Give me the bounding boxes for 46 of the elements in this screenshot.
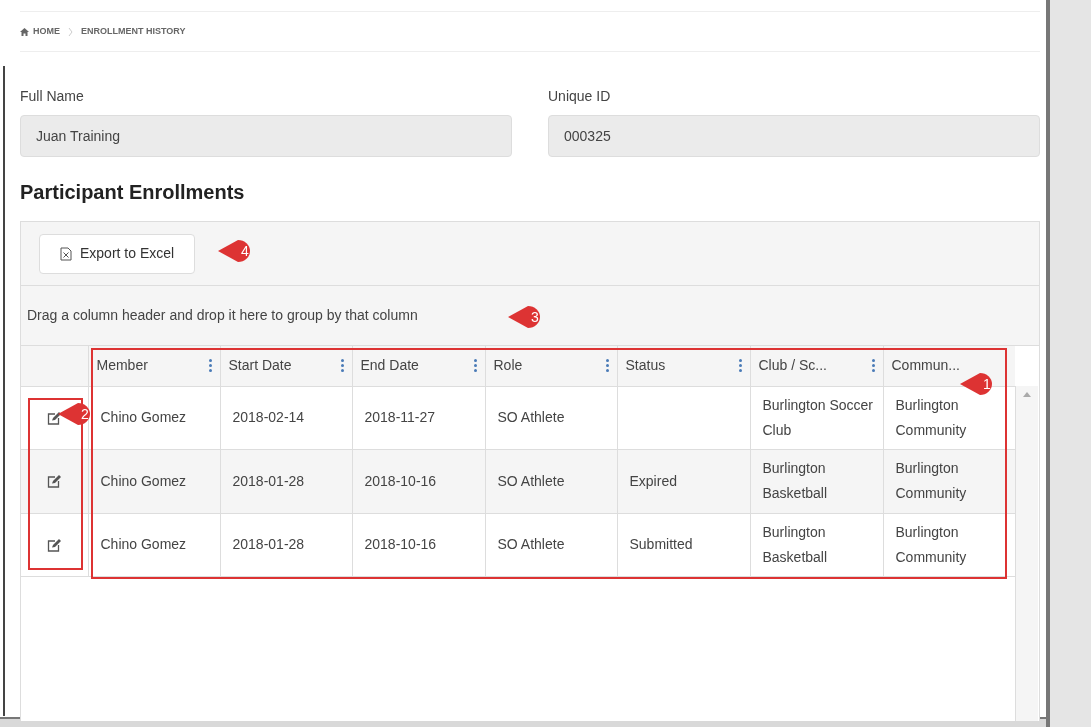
table-cell: SO Athlete <box>485 513 617 576</box>
export-button[interactable]: Export to Excel <box>39 233 196 274</box>
table-cell: 2018-10-16 <box>352 449 485 513</box>
column-menu-icon[interactable] <box>208 359 212 373</box>
breadcrumb-link[interactable]: HOME <box>33 24 60 39</box>
table-cell: Submitted <box>617 513 750 576</box>
chevron-icon <box>68 27 73 36</box>
table-cell: Burlington Soccer Club <box>750 386 883 449</box>
section-title: Participant Enrollments <box>20 180 246 205</box>
table-cell: 2018-02-14 <box>220 386 352 449</box>
table-cell: Chino Gomez <box>88 513 220 576</box>
column-menu-icon[interactable] <box>473 359 477 373</box>
table-cell: 2018-01-28 <box>220 449 352 513</box>
table-cell: 2018-10-16 <box>352 513 485 576</box>
column-header[interactable]: Member <box>96 355 148 377</box>
column-header[interactable]: Club / Sc... <box>758 355 827 377</box>
table-cell: Chino Gomez <box>88 449 220 513</box>
edit-icon[interactable] <box>47 538 62 552</box>
scroll-up-icon[interactable] <box>1023 392 1031 397</box>
field-label: Full Name <box>20 87 85 106</box>
column-header[interactable]: Role <box>493 355 523 377</box>
table-cell: 2018-11-27 <box>352 386 485 449</box>
breadcrumb-link[interactable]: ENROLLMENT HISTORY <box>81 24 186 39</box>
column-menu-icon[interactable] <box>340 359 344 373</box>
column-header[interactable]: Status <box>625 355 666 377</box>
read-only-field[interactable]: Juan Training <box>20 115 512 157</box>
column-header[interactable]: Start Date <box>228 355 292 377</box>
column-menu-icon[interactable] <box>738 359 742 373</box>
table-cell: 2018-01-28 <box>220 513 352 576</box>
column-menu-icon[interactable] <box>605 359 609 373</box>
home-icon[interactable] <box>20 27 29 36</box>
column-header[interactable]: Commun... <box>891 355 960 377</box>
spreadsheet-file-icon <box>60 246 72 261</box>
field-label: Unique ID <box>548 87 612 106</box>
table-cell: Burlington Basketball <box>750 449 883 513</box>
edit-icon[interactable] <box>47 475 62 489</box>
table-cell: SO Athlete <box>485 449 617 513</box>
column-menu-icon[interactable] <box>871 359 875 373</box>
read-only-field[interactable]: 000325 <box>548 115 1040 157</box>
group-by-hint: Drag a column header and drop it here to group by that column <box>27 306 418 325</box>
scrollbar[interactable] <box>1015 386 1038 721</box>
column-header[interactable]: End Date <box>360 355 419 377</box>
edit-icon[interactable] <box>47 411 62 425</box>
table-cell: SO Athlete <box>485 386 617 449</box>
table-cell: Expired <box>617 449 750 513</box>
table-cell: Burlington Basketball <box>750 513 883 576</box>
